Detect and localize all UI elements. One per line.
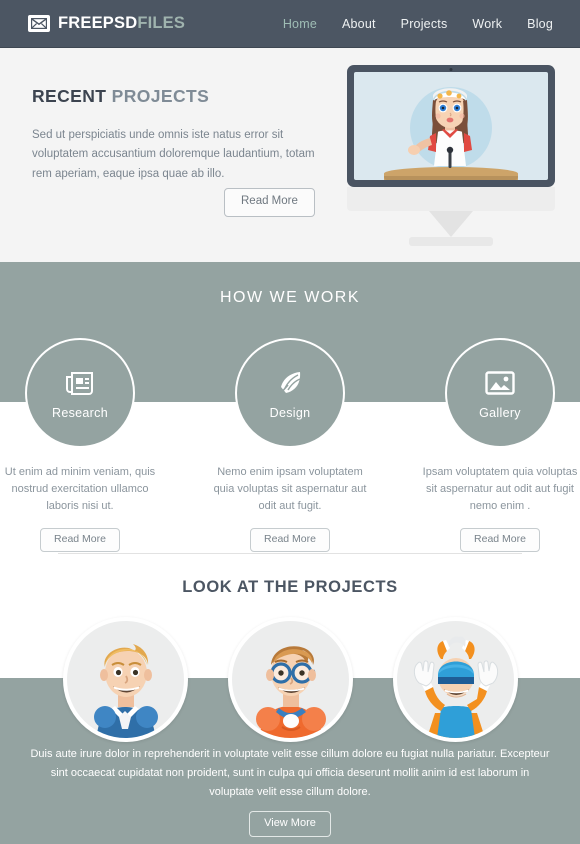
research-copy: Ut enim ad minim veniam, quis nostrud ex… <box>4 466 156 512</box>
monitor-camera-dot <box>449 67 453 71</box>
hero-title-primary: RECENT <box>32 86 107 106</box>
hero-button-wrap: Read More <box>224 188 315 217</box>
hero-section: RECENT PROJECTS Sed ut perspiciatis unde… <box>0 48 580 262</box>
monitor-illustration <box>347 65 555 248</box>
nav-item-projects[interactable]: Projects <box>401 17 448 31</box>
landing-page: FREEPSDFILES Home About Projects Work Bl… <box>0 0 580 844</box>
section-divider <box>58 553 522 554</box>
hero-paragraph: Sed ut perspiciatis unde omnis iste natu… <box>32 128 315 180</box>
hero-title: RECENT PROJECTS <box>32 86 324 106</box>
view-more-button[interactable]: View More <box>249 811 331 837</box>
hero-text-block: RECENT PROJECTS Sed ut perspiciatis unde… <box>32 86 324 184</box>
monitor-bezel <box>347 65 555 187</box>
how-we-work-title: HOW WE WORK <box>219 289 361 306</box>
research-circle[interactable]: Research <box>25 338 135 448</box>
projects-title: LOOK AT THE PROJECTS <box>182 578 398 596</box>
work-cards-row: Research Ut enim ad minim veniam, quis n… <box>0 338 580 552</box>
nav-item-work[interactable]: Work <box>472 17 502 31</box>
pen-feather-icon <box>276 366 304 400</box>
monitor-screen <box>354 72 548 180</box>
glasses-hero-avatar[interactable] <box>227 617 353 742</box>
projects-paragraph: Duis aute irure dolor in reprehenderit i… <box>30 748 550 798</box>
nav-item-blog[interactable]: Blog <box>527 17 553 31</box>
blonde-hero-avatar[interactable] <box>62 617 188 742</box>
logo-text-primary: FREEPSD <box>58 14 138 33</box>
masked-hero-avatar[interactable] <box>392 617 518 742</box>
logo-text: FREEPSDFILES <box>58 15 185 32</box>
work-card-gallery: Gallery Ipsam voluptatem quia voluptas s… <box>422 338 578 552</box>
avatars-row <box>0 617 580 747</box>
work-card-design: Design Nemo enim ipsam voluptatem quia v… <box>213 338 368 552</box>
gallery-read-more-button[interactable]: Read More <box>460 528 540 552</box>
design-label: Design <box>269 406 311 420</box>
design-circle[interactable]: Design <box>235 338 345 448</box>
research-read-more-button[interactable]: Read More <box>40 528 120 552</box>
gallery-button-wrap: Read More <box>423 528 578 552</box>
main-navigation: Home About Projects Work Blog <box>283 17 553 31</box>
gallery-copy: Ipsam voluptatem quia voluptas sit asper… <box>422 466 578 512</box>
site-header: FREEPSDFILES Home About Projects Work Bl… <box>0 0 580 48</box>
hero-read-more-button[interactable]: Read More <box>224 188 315 217</box>
projects-button-wrap: View More <box>0 811 580 837</box>
gallery-circle[interactable]: Gallery <box>445 338 555 448</box>
monitor-base <box>409 237 493 246</box>
nav-item-home[interactable]: Home <box>283 17 317 31</box>
monitor-stem <box>429 211 473 237</box>
work-card-research: Research Ut enim ad minim veniam, quis n… <box>3 338 158 552</box>
monitor-neck <box>347 187 555 211</box>
design-button-wrap: Read More <box>213 528 368 552</box>
design-read-more-button[interactable]: Read More <box>250 528 330 552</box>
cartoon-girl-illustration <box>408 88 472 168</box>
newspaper-icon <box>65 366 95 400</box>
research-label: Research <box>52 406 108 420</box>
research-button-wrap: Read More <box>3 528 158 552</box>
nav-item-about[interactable]: About <box>342 17 376 31</box>
hero-title-secondary: PROJECTS <box>111 86 210 106</box>
envelope-icon <box>28 15 50 32</box>
design-copy: Nemo enim ipsam voluptatem quia voluptas… <box>213 466 367 512</box>
image-picture-icon <box>485 366 515 400</box>
gallery-label: Gallery <box>479 406 521 420</box>
site-logo[interactable]: FREEPSDFILES <box>28 15 185 32</box>
logo-text-secondary: FILES <box>137 14 186 33</box>
